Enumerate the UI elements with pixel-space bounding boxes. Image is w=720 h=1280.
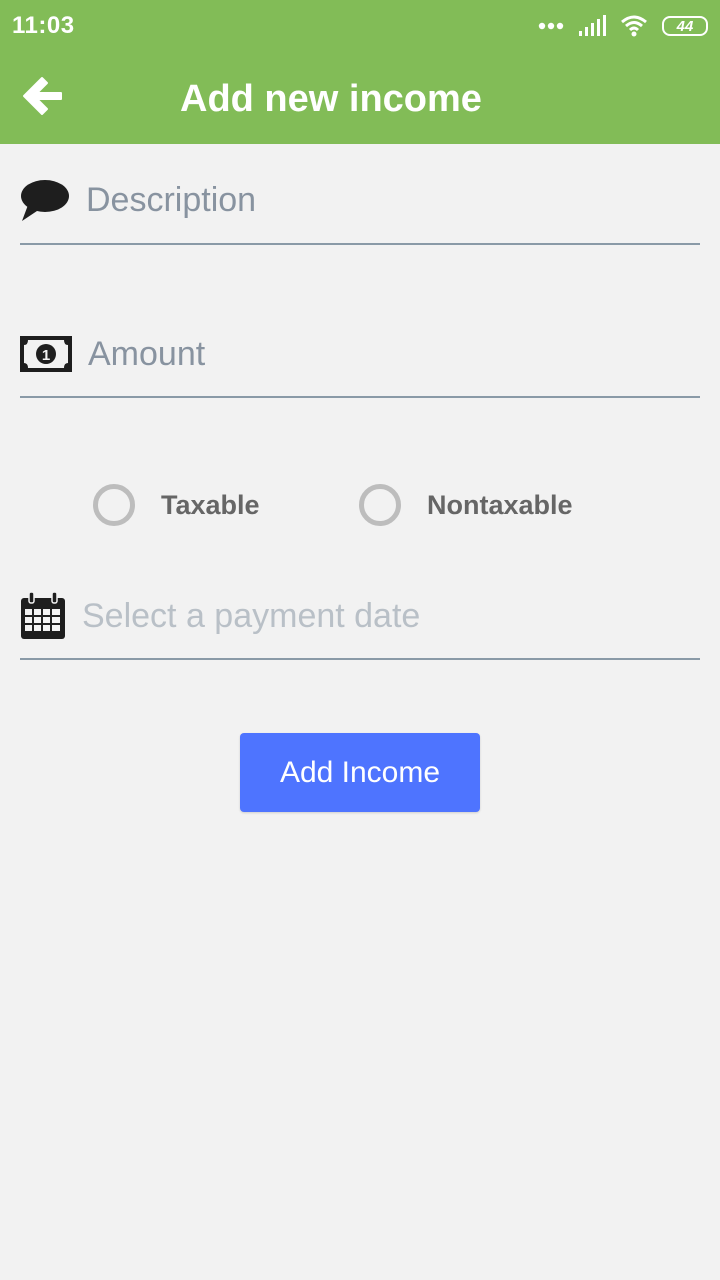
signal-icon [578,15,606,37]
description-input[interactable] [86,181,700,220]
amount-input[interactable] [88,334,700,374]
amount-field: 1 [20,312,700,398]
svg-text:1: 1 [42,347,50,364]
nontaxable-label: Nontaxable [427,489,573,520]
radio-circle-icon[interactable] [93,484,135,526]
taxable-label: Taxable [161,489,260,520]
battery-icon: 44 [662,16,708,36]
wifi-icon [620,15,648,37]
calendar-icon [20,592,66,640]
back-button[interactable] [14,70,70,126]
description-field [20,158,700,245]
nontaxable-radio[interactable]: Nontaxable [359,484,573,526]
dots-icon [538,22,564,30]
add-income-button[interactable]: Add Income [240,733,480,812]
arrow-left-icon [20,74,64,123]
taxable-radio[interactable]: Taxable [93,484,260,526]
payment-date-field [20,574,700,660]
speech-bubble-icon [20,179,70,223]
app-bar: 11:03 44 Add new income [0,0,720,144]
tax-radio-group: Taxable Nontaxable [0,484,720,530]
payment-date-input[interactable] [82,596,700,636]
status-time: 11:03 [12,12,75,39]
banknote-icon: 1 [20,336,72,372]
status-icons: 44 [538,12,708,40]
status-bar: 11:03 44 [0,0,720,52]
page-title: Add new income [180,78,482,120]
radio-circle-icon[interactable] [359,484,401,526]
